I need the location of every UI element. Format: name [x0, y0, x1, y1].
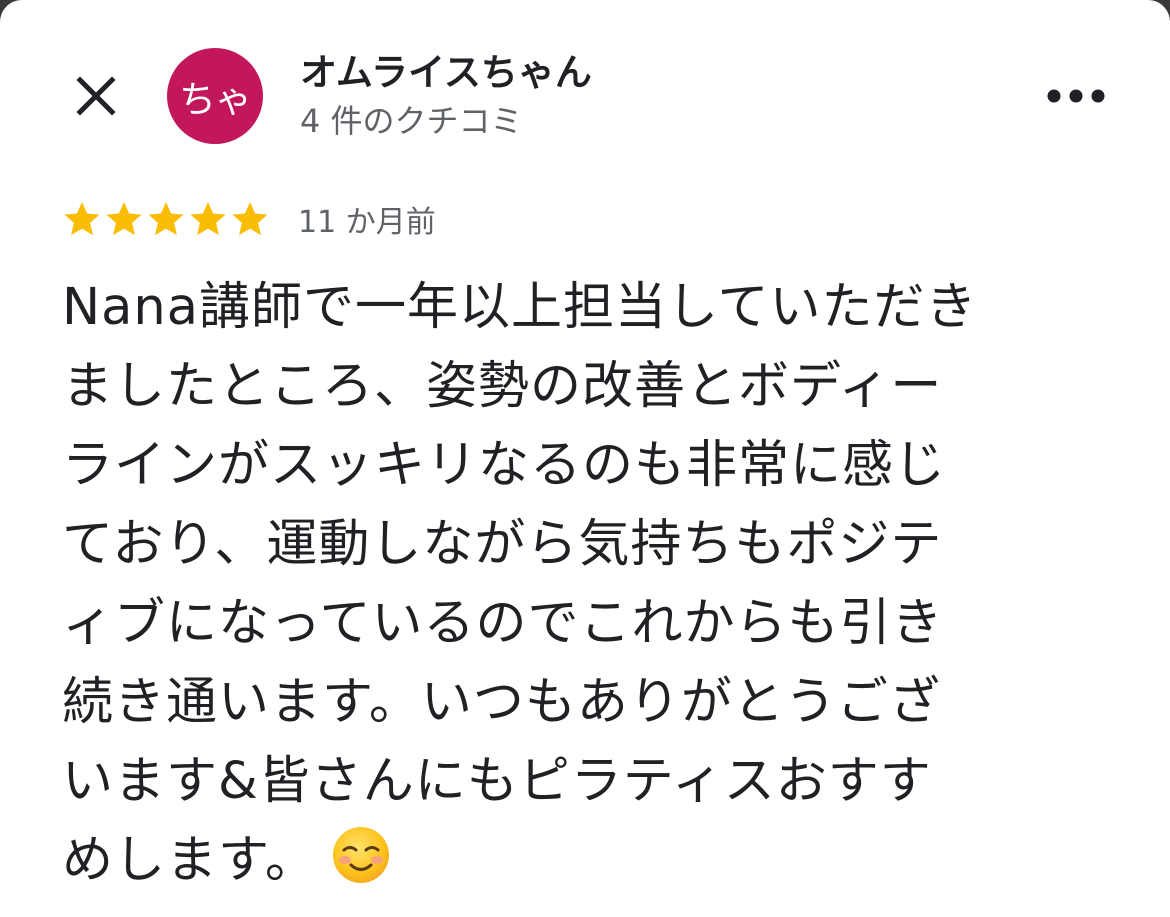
- review-body: Nana講師で一年以上担当していただき ましたところ、姿勢の改善とボディー ライ…: [62, 268, 1122, 908]
- star-rating: [62, 199, 270, 239]
- more-horizontal-icon: [1047, 89, 1105, 103]
- review-text: Nana講師で一年以上担当していただき ましたところ、姿勢の改善とボディー ライ…: [62, 278, 978, 890]
- close-icon: [76, 76, 116, 116]
- star-icon: [106, 202, 142, 236]
- review-sheet: ちゃ オムライスちゃん 4 件のクチコミ 11 か月前 Nana講師で一年以上担…: [0, 0, 1170, 917]
- star-icon: [190, 202, 226, 236]
- star-icon: [232, 202, 268, 236]
- rating-row: 11 か月前: [62, 196, 436, 242]
- close-button[interactable]: [66, 66, 126, 126]
- smiling-face-icon: [331, 825, 391, 908]
- star-icon: [148, 202, 184, 236]
- star-icon: [64, 202, 100, 236]
- reviewer-review-count: 4 件のクチコミ: [300, 102, 523, 140]
- avatar-initials: ちゃ: [179, 78, 252, 121]
- avatar[interactable]: ちゃ: [167, 48, 263, 144]
- more-options-button[interactable]: [1038, 72, 1114, 120]
- review-date: 11 か月前: [298, 205, 436, 240]
- reviewer-name[interactable]: オムライスちゃん: [300, 50, 592, 96]
